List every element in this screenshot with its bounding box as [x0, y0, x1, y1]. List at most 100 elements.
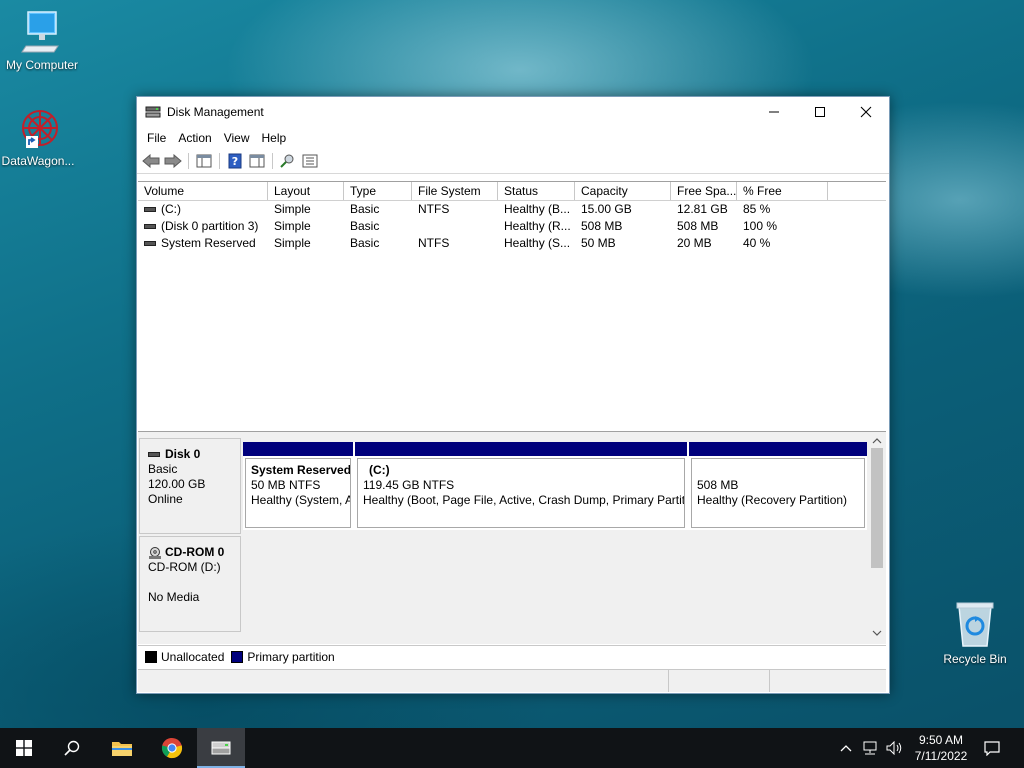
chrome-icon	[161, 737, 183, 759]
legend-swatch-primary-partition	[231, 651, 244, 663]
scroll-down-arrow-icon[interactable]	[872, 626, 882, 640]
volume-cell: System Reserved	[138, 235, 268, 252]
volume-icon	[144, 207, 156, 213]
disk-management-icon	[211, 741, 231, 755]
status-segment	[669, 670, 770, 692]
vertical-scrollbar[interactable]	[869, 432, 885, 644]
desktop-icon-my-computer[interactable]: My Computer	[0, 8, 84, 72]
scroll-up-arrow-icon[interactable]	[872, 434, 882, 448]
table-row[interactable]: (Disk 0 partition 3) Simple Basic Health…	[138, 218, 886, 235]
status-segment	[138, 670, 669, 692]
taskbar-clock[interactable]: 9:50 AM 7/11/2022	[906, 732, 976, 764]
partition-details: System Reserved 50 MB NTFS Healthy (Syst…	[245, 458, 351, 528]
disk-state: Online	[148, 492, 183, 506]
layout-cell: Simple	[274, 236, 311, 250]
partition-recovery[interactable]: 508 MB Healthy (Recovery Partition)	[689, 442, 867, 530]
column-header-free-space[interactable]: Free Spa...	[671, 182, 737, 200]
volume-tray-button[interactable]	[884, 728, 906, 768]
search-button[interactable]	[48, 728, 96, 768]
volume-icon	[144, 224, 156, 230]
partition-status: Healthy (System, A	[251, 493, 351, 507]
column-header-status[interactable]: Status	[498, 182, 575, 200]
column-header-type[interactable]: Type	[344, 182, 412, 200]
desktop-icon-recycle-bin[interactable]: Recycle Bin	[933, 600, 1017, 666]
show-hide-action-pane-button[interactable]	[247, 151, 267, 171]
column-header-percent-free[interactable]: % Free	[737, 182, 828, 200]
type-cell: Basic	[350, 219, 380, 233]
menu-help[interactable]: Help	[256, 131, 293, 145]
chrome-button[interactable]	[148, 728, 196, 768]
start-button[interactable]	[0, 728, 48, 768]
disk-0-partitions: System Reserved 50 MB NTFS Healthy (Syst…	[243, 442, 867, 530]
file-system-cell: NTFS	[418, 202, 450, 216]
volume-cell: (Disk 0 partition 3)	[138, 218, 268, 235]
partition-details: (C:) 119.45 GB NTFS Healthy (Boot, Page …	[357, 458, 685, 528]
partition-title: System Reserved	[251, 463, 351, 477]
partition-size: 508 MB	[697, 478, 739, 492]
table-row[interactable]: System Reserved Simple Basic NTFS Health…	[138, 235, 886, 252]
datawagon-shortcut-icon	[16, 106, 60, 152]
disk-0-label[interactable]: Disk 0 Basic 120.00 GB Online	[139, 438, 241, 534]
desktop-icon-label: DataWagon...	[1, 154, 75, 168]
disk-management-window: Disk Management File Action View Help ?	[136, 96, 890, 694]
menu-bar: File Action View Help	[137, 127, 889, 149]
free-space-cell: 508 MB	[677, 219, 719, 233]
percent-free-cell: 85 %	[743, 202, 771, 216]
free-space-cell: 20 MB	[677, 236, 712, 250]
volume-name: (Disk 0 partition 3)	[161, 219, 259, 233]
disk-type: CD-ROM (D:)	[148, 560, 221, 574]
show-hide-console-tree-button[interactable]	[194, 151, 214, 171]
disk-management-taskbar-button[interactable]	[197, 728, 245, 768]
menu-file[interactable]: File	[141, 131, 172, 145]
table-row[interactable]: (C:) Simple Basic NTFS Healthy (B... 15.…	[138, 201, 886, 218]
maximize-button[interactable]	[797, 97, 843, 127]
file-explorer-button[interactable]	[98, 728, 146, 768]
capacity-cell: 508 MB	[581, 219, 623, 233]
legend-swatch-unallocated	[145, 651, 157, 663]
column-header-file-system[interactable]: File System	[412, 182, 498, 200]
speaker-icon	[886, 741, 902, 755]
back-icon	[142, 154, 160, 168]
column-header-capacity[interactable]: Capacity	[575, 182, 671, 200]
status-cell: Healthy (R...	[504, 219, 571, 233]
primary-partition-bar	[355, 442, 687, 456]
disk-name: Disk 0	[165, 447, 201, 461]
cdrom-0-label[interactable]: CD-ROM 0 CD-ROM (D:) No Media	[139, 536, 241, 632]
show-hide-console-tree-icon	[196, 154, 212, 168]
partition-c[interactable]: (C:) 119.45 GB NTFS Healthy (Boot, Page …	[355, 442, 687, 530]
minimize-button[interactable]	[751, 97, 797, 127]
connect-button[interactable]	[278, 151, 298, 171]
close-button[interactable]	[843, 97, 889, 127]
window-title: Disk Management	[167, 105, 264, 119]
type-cell: Basic	[350, 202, 380, 216]
toolbar: ?	[137, 149, 889, 174]
type-cell: Basic	[350, 236, 380, 250]
back-button[interactable]	[141, 151, 161, 171]
volume-list: Volume Layout Type File System Status Ca…	[138, 181, 886, 428]
scroll-thumb[interactable]	[871, 448, 883, 568]
menu-view[interactable]: View	[218, 131, 256, 145]
file-explorer-icon	[112, 742, 132, 756]
column-header-layout[interactable]: Layout	[268, 182, 344, 200]
forward-button[interactable]	[163, 151, 183, 171]
forward-icon	[164, 154, 182, 168]
clock-date: 7/11/2022	[914, 749, 968, 763]
partition-system-reserved[interactable]: System Reserved 50 MB NTFS Healthy (Syst…	[243, 442, 353, 530]
desktop-icon-datawagon[interactable]: DataWagon...	[0, 106, 80, 168]
show-hidden-icons-button[interactable]	[836, 728, 856, 768]
status-cell: Healthy (B...	[504, 202, 571, 216]
properties-button[interactable]	[300, 151, 320, 171]
layout-cell: Simple	[274, 202, 311, 216]
action-center-button[interactable]	[978, 728, 1006, 768]
capacity-cell: 50 MB	[581, 236, 616, 250]
menu-action[interactable]: Action	[172, 131, 217, 145]
legend-label-unallocated: Unallocated	[161, 650, 225, 664]
recycle-bin-icon	[953, 600, 997, 650]
network-tray-button[interactable]	[858, 728, 882, 768]
column-header-volume[interactable]: Volume	[138, 182, 268, 200]
svg-text:?: ?	[232, 155, 238, 168]
help-button[interactable]: ?	[225, 151, 245, 171]
notification-icon	[984, 741, 1000, 756]
title-bar[interactable]: Disk Management	[137, 97, 889, 127]
volume-list-header: Volume Layout Type File System Status Ca…	[138, 182, 886, 201]
